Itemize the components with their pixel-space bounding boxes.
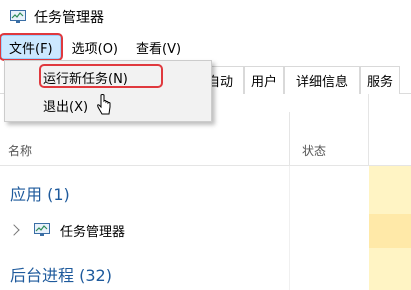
title-bar: 任务管理器 <box>0 0 411 34</box>
process-row[interactable]: 任务管理器 <box>8 218 126 242</box>
process-name: 任务管理器 <box>60 224 126 240</box>
menu-options[interactable]: 选项(O) <box>65 35 125 59</box>
menu-bar: 文件(F) 选项(O) 查看(V) <box>0 33 411 61</box>
tab-services[interactable]: 服务 <box>360 66 400 94</box>
window-title: 任务管理器 <box>34 10 104 26</box>
column-divider <box>289 112 290 166</box>
column-name[interactable]: 名称 <box>8 142 32 159</box>
column-divider <box>289 166 290 290</box>
group-apps: 应用 (1) <box>10 185 70 204</box>
chevron-right-icon[interactable] <box>8 224 20 236</box>
hand-cursor-icon <box>96 94 112 118</box>
menu-view[interactable]: 查看(V) <box>129 35 188 59</box>
highlight-box <box>39 64 163 88</box>
tab-details[interactable]: 详细信息 <box>284 66 360 94</box>
group-background: 后台进程 (32) <box>10 266 112 285</box>
menu-file[interactable]: 文件(F) <box>0 33 63 61</box>
column-status[interactable]: 状态 <box>302 142 326 159</box>
task-manager-icon <box>10 10 26 24</box>
tab-users[interactable]: 用户 <box>244 66 284 94</box>
cpu-heat-cell <box>369 214 411 248</box>
column-divider <box>368 94 369 166</box>
task-manager-icon <box>34 223 50 237</box>
